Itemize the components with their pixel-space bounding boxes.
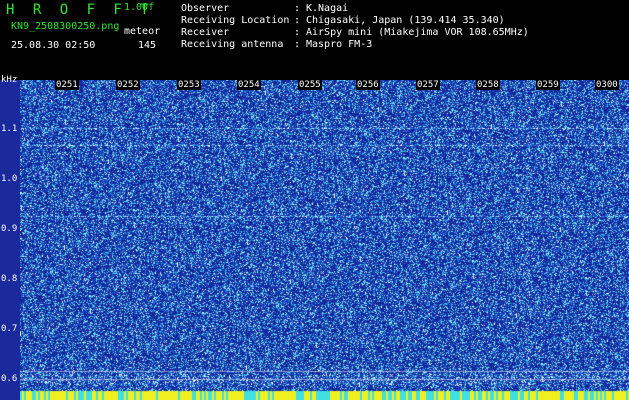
time-tick-label: 0300 [595, 80, 619, 90]
info-key-observer: Observer [181, 3, 230, 14]
info-value-antenna: Maspro FM-3 [306, 39, 373, 50]
time-tick-label: 0259 [536, 80, 560, 90]
freq-tick-label: 0.8 [1, 274, 18, 284]
info-sep: : [294, 3, 301, 14]
spectrogram-waterfall: kHz 1.1 1.0 0.9 0.8 0.7 0.6 0251 0252 02… [0, 75, 629, 400]
time-tick-label: 0256 [356, 80, 380, 90]
time-tick-label: 0252 [116, 80, 140, 90]
meteor-label: meteor [124, 26, 161, 37]
timestamp: 25.08.30 02:50 [11, 40, 96, 51]
freq-unit-label: kHz [1, 75, 18, 85]
time-tick-label: 0258 [476, 80, 500, 90]
freq-tick-label: 1.0 [1, 174, 18, 184]
time-tick-label: 0257 [416, 80, 440, 90]
info-key-antenna: Receiving antenna [181, 39, 284, 50]
info-sep: : [294, 39, 301, 50]
time-tick-label: 0254 [237, 80, 261, 90]
version-label: 1.00f [124, 2, 155, 13]
freq-tick-label: 0.7 [1, 324, 18, 334]
freq-tick-label: 1.1 [1, 124, 18, 134]
waterfall-canvas [20, 80, 629, 400]
info-key-location: Receiving Location [181, 15, 290, 26]
time-tick-label: 0253 [177, 80, 201, 90]
file-name: KN9_2508300250.png [11, 21, 120, 32]
freq-tick-label: 0.9 [1, 224, 18, 234]
info-value-receiver: AirSpy mini (Miakejima VOR 108.65MHz) [306, 27, 529, 38]
info-value-location: Chigasaki, Japan (139.414 35.340) [306, 15, 505, 26]
info-sep: : [294, 15, 301, 26]
info-sep: : [294, 27, 301, 38]
info-key-receiver: Receiver [181, 27, 230, 38]
freq-tick-label: 0.6 [1, 374, 18, 384]
time-tick-label: 0255 [298, 80, 322, 90]
header-panel: H R O F F T 1.00f KN9_2508300250.png 25.… [0, 0, 629, 80]
meteor-count: 145 [138, 40, 157, 51]
time-tick-label: 0251 [55, 80, 79, 90]
info-value-observer: K.Nagai [306, 3, 349, 14]
